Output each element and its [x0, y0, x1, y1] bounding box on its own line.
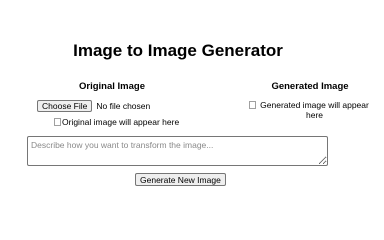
- page-title: Image to Image Generator: [73, 41, 283, 60]
- broken-image-icon: [249, 101, 256, 109]
- generate-new-image-button[interactable]: Generate New Image: [135, 173, 226, 186]
- broken-image-icon: [54, 118, 61, 126]
- choose-file-button[interactable]: Choose File: [37, 100, 93, 112]
- generated-image: Generated image will appear here: [249, 100, 369, 120]
- original-image-alt-text: Original image will appear here: [62, 117, 180, 127]
- transform-prompt-input[interactable]: [27, 136, 328, 166]
- file-upload-control: Choose File No file chosen: [37, 100, 150, 112]
- generated-image-heading: Generated Image: [271, 81, 349, 92]
- original-image-heading: Original Image: [79, 81, 145, 92]
- original-image: Original image will appear here: [54, 117, 179, 127]
- app-page: Image to Image Generator Original Image …: [0, 0, 384, 240]
- file-status-text: No file chosen: [96, 101, 151, 111]
- generated-image-alt-text: Generated image will appear here: [260, 100, 369, 120]
